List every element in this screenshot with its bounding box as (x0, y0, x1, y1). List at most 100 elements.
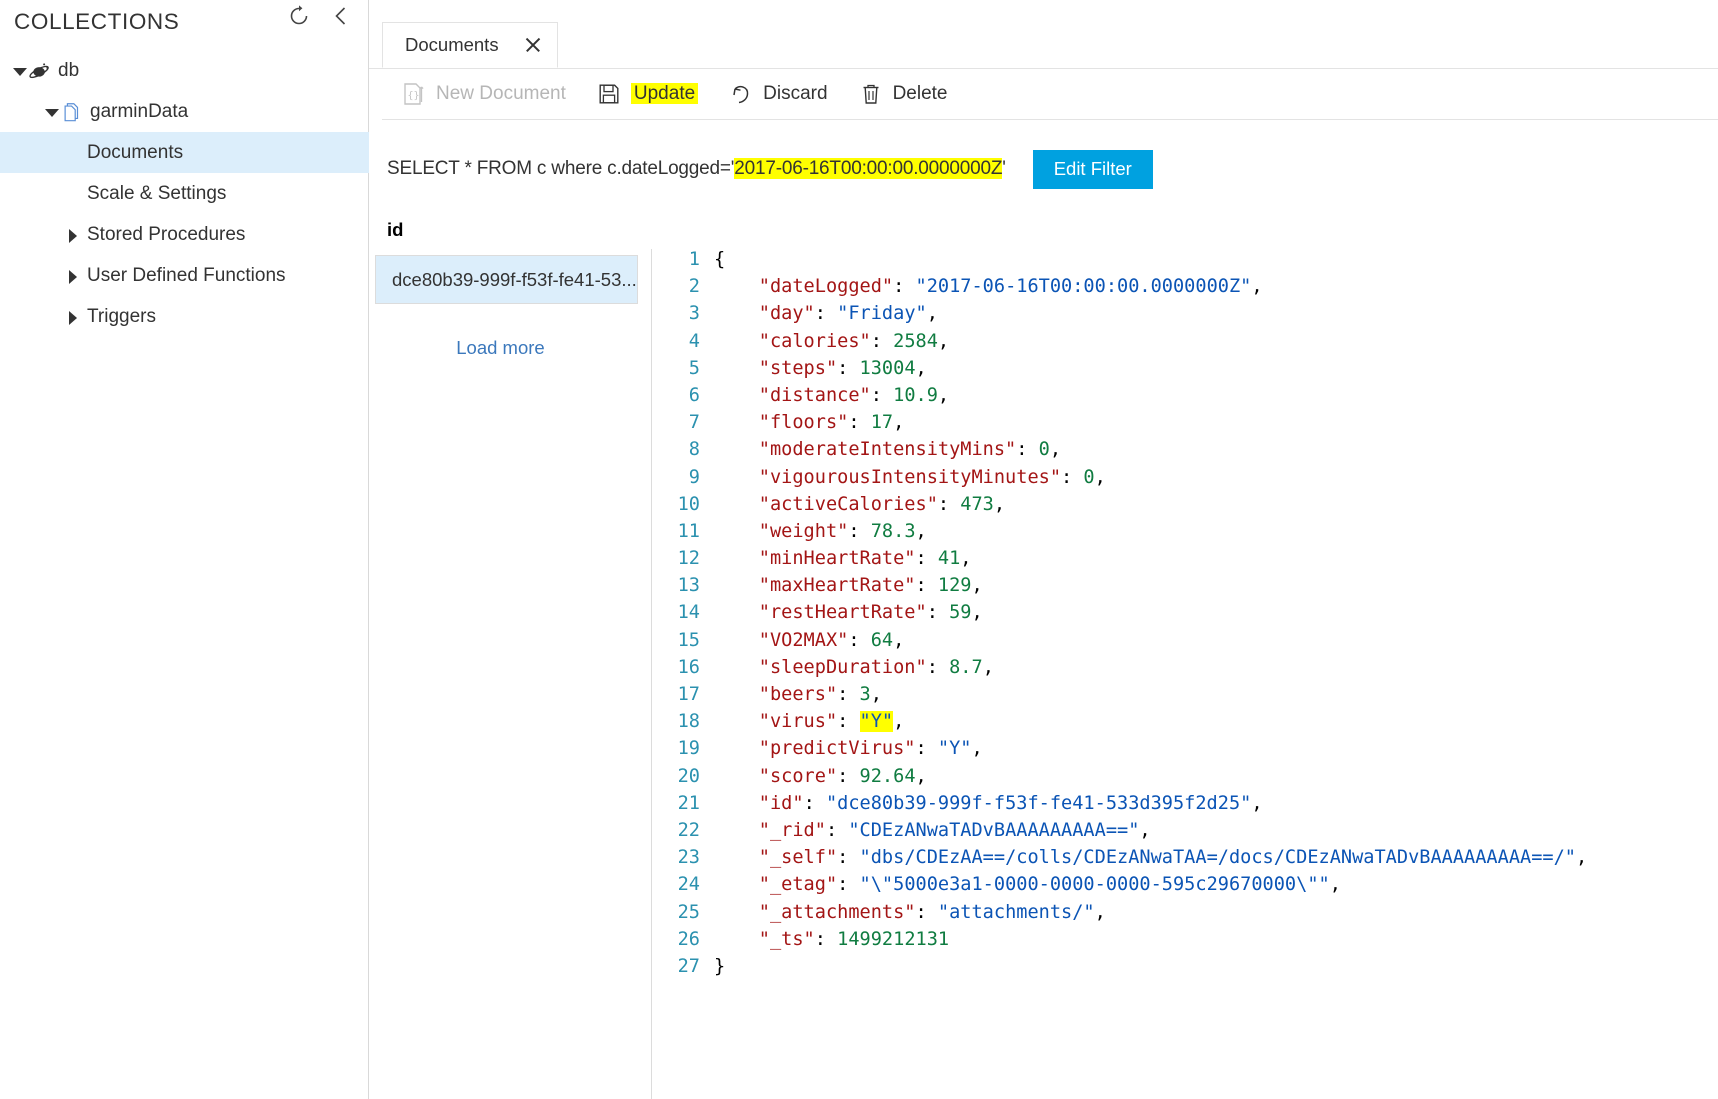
code-token: : (915, 738, 938, 760)
code-text: "_attachments": "attachments/", (714, 902, 1106, 923)
sidebar-item-scale-settings[interactable]: Scale & Settings (0, 173, 369, 214)
sidebar-item-triggers[interactable]: Triggers (0, 296, 369, 337)
code-token: , (893, 412, 905, 434)
code-token: , (915, 765, 927, 787)
code-token: : (1016, 439, 1039, 461)
code-token: : (837, 847, 860, 869)
discard-button[interactable]: Discard (718, 74, 837, 114)
code-token: "Y" (859, 711, 894, 733)
collection-icon (60, 100, 84, 124)
code-token: : (837, 357, 860, 379)
tree-item-garmindata[interactable]: garminData (0, 91, 369, 132)
code-line: 3 "day": "Friday", (652, 303, 1718, 330)
code-token: , (971, 602, 983, 624)
code-token: 8.7 (949, 656, 983, 678)
code-token: 10.9 (893, 384, 938, 406)
code-line: 4 "calories": 2584, (652, 331, 1718, 358)
code-token: "2017-06-16T00:00:00.0000000Z" (915, 276, 1252, 298)
edit-filter-button[interactable]: Edit Filter (1032, 149, 1153, 189)
close-icon[interactable] (523, 35, 543, 55)
code-text: "weight": 78.3, (714, 521, 927, 542)
chevron-right-icon[interactable] (65, 309, 81, 325)
code-text: "restHeartRate": 59, (714, 602, 983, 623)
sidebar-item-documents[interactable]: Documents (0, 132, 369, 173)
chevron-right-icon[interactable] (65, 268, 81, 284)
query-filter-value: 2017-06-16T00:00:00.0000000Z (734, 158, 1003, 179)
code-token: : (893, 276, 916, 298)
code-token: 473 (960, 493, 994, 515)
code-token: , (971, 738, 983, 760)
list-item[interactable]: dce80b39-999f-f53f-fe41-53... (375, 255, 638, 304)
code-token: : (915, 901, 938, 923)
code-token: : (1061, 466, 1084, 488)
code-token: 129 (937, 575, 972, 597)
code-token: "beers" (758, 684, 838, 705)
code-token: "floors" (758, 412, 849, 434)
delete-button[interactable]: Delete (848, 74, 958, 114)
line-number: 19 (677, 738, 700, 760)
line-number: 6 (688, 384, 700, 406)
sidebar-item-user-defined-functions[interactable]: User Defined Functions (0, 255, 369, 296)
save-icon (596, 81, 622, 107)
code-line: 21 "id": "dce80b39-999f-f53f-fe41-533d39… (652, 793, 1718, 820)
chevron-down-icon[interactable] (44, 104, 60, 120)
code-token: "dce80b39-999f-f53f-fe41-533d395f2d25" (825, 792, 1252, 814)
code-line: 24 "_etag": "\"5000e3a1-0000-0000-0000-5… (652, 874, 1718, 901)
code-line: 25 "_attachments": "attachments/", (652, 902, 1718, 929)
code-token: "virus" (758, 711, 838, 733)
line-number: 21 (677, 792, 700, 814)
code-token: 17 (870, 412, 894, 434)
json-editor[interactable]: 1 {2 "dateLogged": "2017-06-16T00:00:00.0… (651, 249, 1718, 1099)
main-pane: Documents {} New Document Update Discard… (369, 0, 1718, 1099)
new-document-button[interactable]: {} New Document (391, 74, 576, 114)
code-line: 6 "distance": 10.9, (652, 385, 1718, 412)
code-token: , (960, 548, 972, 570)
code-text: "minHeartRate": 41, (714, 548, 972, 569)
chevron-right-icon[interactable] (65, 227, 81, 243)
refresh-icon[interactable] (287, 4, 311, 28)
chevron-left-icon[interactable] (329, 4, 353, 28)
line-number: 20 (677, 765, 700, 787)
code-text: { (714, 249, 725, 270)
code-token: : (814, 303, 838, 325)
query-text[interactable]: SELECT * FROM c where c.dateLogged='2017… (387, 158, 1006, 180)
load-more-link[interactable]: Load more (369, 337, 632, 359)
code-token: 0 (1038, 439, 1050, 461)
tree-item-db[interactable]: db (0, 50, 369, 91)
collections-tree: db garminData Documents Scale & Settings… (0, 50, 369, 337)
code-text: "sleepDuration": 8.7, (714, 657, 994, 678)
code-token: , (971, 575, 983, 597)
line-number: 3 (688, 303, 700, 325)
code-line: 10 "activeCalories": 473, (652, 494, 1718, 521)
update-button[interactable]: Update (586, 74, 708, 114)
tab-label: Documents (405, 34, 499, 55)
code-token: 59 (949, 602, 972, 624)
code-token: , (1576, 847, 1588, 869)
tab-documents[interactable]: Documents (382, 22, 558, 68)
code-token: "_self" (758, 847, 838, 869)
chevron-down-icon[interactable] (12, 63, 28, 79)
code-token: "maxHeartRate" (758, 575, 916, 597)
code-token: "dbs/CDEzAA==/colls/CDEzANwaTAA=/docs/CD… (859, 847, 1576, 869)
collections-sidebar: COLLECTIONS db garminData Documents Scal… (0, 0, 369, 1099)
code-text: "predictVirus": "Y", (714, 738, 983, 759)
code-line: 2 "dateLogged": "2017-06-16T00:00:00.000… (652, 276, 1718, 303)
code-text: } (714, 956, 725, 977)
svg-text:{}: {} (408, 90, 420, 101)
code-token: : (937, 493, 961, 515)
new-document-icon: {} (401, 81, 427, 107)
code-token: "id" (758, 792, 804, 814)
results-list: dce80b39-999f-f53f-fe41-53... Load more (369, 247, 651, 1099)
line-number: 23 (677, 847, 700, 869)
sidebar-item-stored-procedures[interactable]: Stored Procedures (0, 214, 369, 255)
code-token: } (714, 955, 726, 977)
line-number: 1 (688, 249, 700, 270)
code-token: "score" (758, 765, 838, 787)
code-text: "steps": 13004, (714, 358, 927, 379)
database-account-icon (28, 59, 52, 83)
code-token: 41 (937, 548, 961, 570)
line-number: 2 (688, 276, 700, 298)
code-token: , (1251, 276, 1263, 298)
tree-item-label: Scale & Settings (87, 183, 227, 204)
code-line: 16 "sleepDuration": 8.7, (652, 657, 1718, 684)
